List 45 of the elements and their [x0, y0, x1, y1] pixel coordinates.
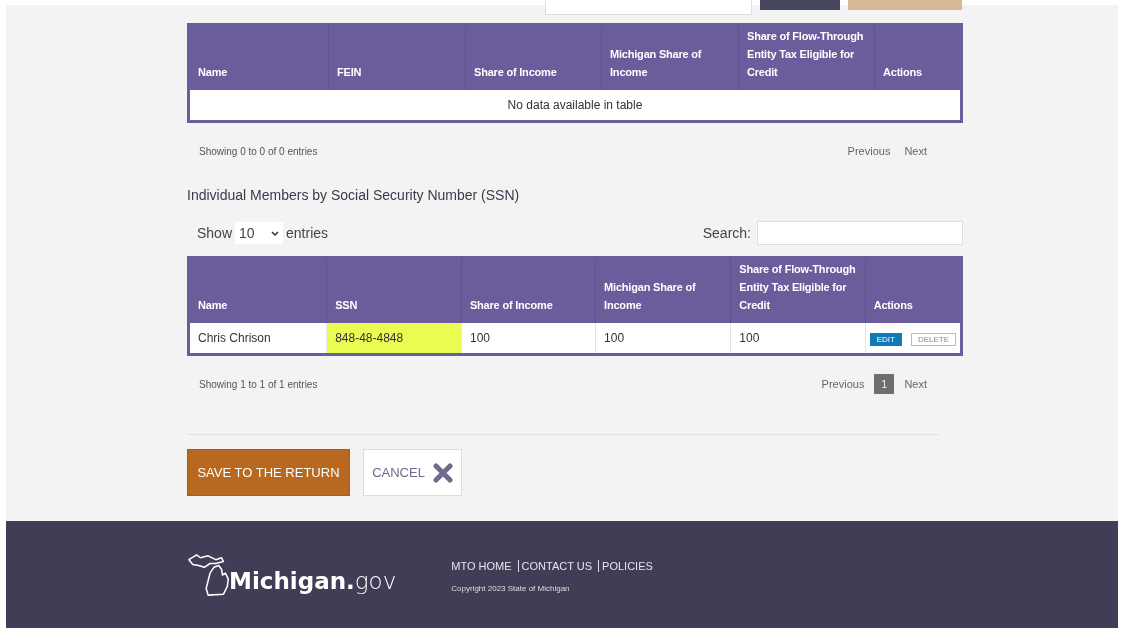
- footer-link[interactable]: MTO HOME: [451, 560, 515, 572]
- column-header[interactable]: SSN: [326, 257, 462, 323]
- toolbar-button[interactable]: [848, 0, 962, 10]
- table-cell: 848-48-4848: [326, 323, 462, 355]
- column-header[interactable]: Share of Income: [465, 24, 602, 90]
- search-field[interactable]: [757, 221, 963, 245]
- next-link[interactable]: Next: [900, 143, 931, 159]
- entries-info: Showing 0 to 0 of 0 entries: [199, 145, 318, 157]
- column-header[interactable]: Actions: [874, 24, 962, 90]
- edit-button[interactable]: EDIT: [869, 332, 902, 346]
- entries-select[interactable]: 10: [235, 222, 284, 244]
- footer-link[interactable]: POLICIES: [598, 560, 656, 572]
- entries-info: Showing 1 to 1 of 1 entries: [199, 378, 318, 390]
- table-cell: 100: [730, 323, 866, 355]
- next-link[interactable]: Next: [900, 376, 931, 392]
- table-cell: 100: [595, 323, 731, 355]
- column-header[interactable]: Share of Flow-Through Entity Tax Eligible for Credit: [738, 24, 875, 90]
- table-cell: 100: [461, 323, 596, 355]
- search-label: Search:: [702, 225, 751, 241]
- empty-message: No data available in table: [188, 90, 962, 122]
- column-header[interactable]: Share of Income: [461, 257, 596, 323]
- cancel-button[interactable]: CANCEL: [363, 449, 462, 496]
- footer-link[interactable]: CONTACT US: [517, 560, 596, 572]
- copyright-text: Copyright 2023 State of Michigan: [451, 584, 571, 593]
- toolbar-button[interactable]: [760, 0, 840, 10]
- entries-label: entries: [286, 225, 329, 241]
- chevron-down-icon: [271, 230, 280, 236]
- table-cell: Chris Chrison: [188, 323, 327, 355]
- delete-button[interactable]: DELETE: [910, 332, 956, 346]
- previous-link[interactable]: Previous: [843, 143, 895, 159]
- column-header[interactable]: Share of Flow-Through Entity Tax Eligible for Credit: [730, 257, 866, 323]
- close-icon: [432, 462, 453, 483]
- page-button[interactable]: 1: [874, 374, 895, 394]
- show-label: Show: [197, 225, 233, 241]
- previous-link[interactable]: Previous: [817, 376, 869, 392]
- column-header[interactable]: FEIN: [328, 24, 466, 90]
- section-heading: Individual Members by Social Security Number (SSN): [187, 187, 521, 203]
- site-logo[interactable]: Michigan.gov: [229, 564, 397, 596]
- column-header[interactable]: Michigan Share of Income: [595, 257, 731, 323]
- column-header[interactable]: Name: [188, 24, 329, 90]
- column-header[interactable]: Actions: [865, 257, 962, 323]
- column-header[interactable]: Michigan Share of Income: [601, 24, 739, 90]
- column-header[interactable]: Name: [188, 257, 327, 323]
- save-button[interactable]: SAVE TO THE RETURN: [187, 449, 350, 496]
- search-field[interactable]: [545, 0, 752, 15]
